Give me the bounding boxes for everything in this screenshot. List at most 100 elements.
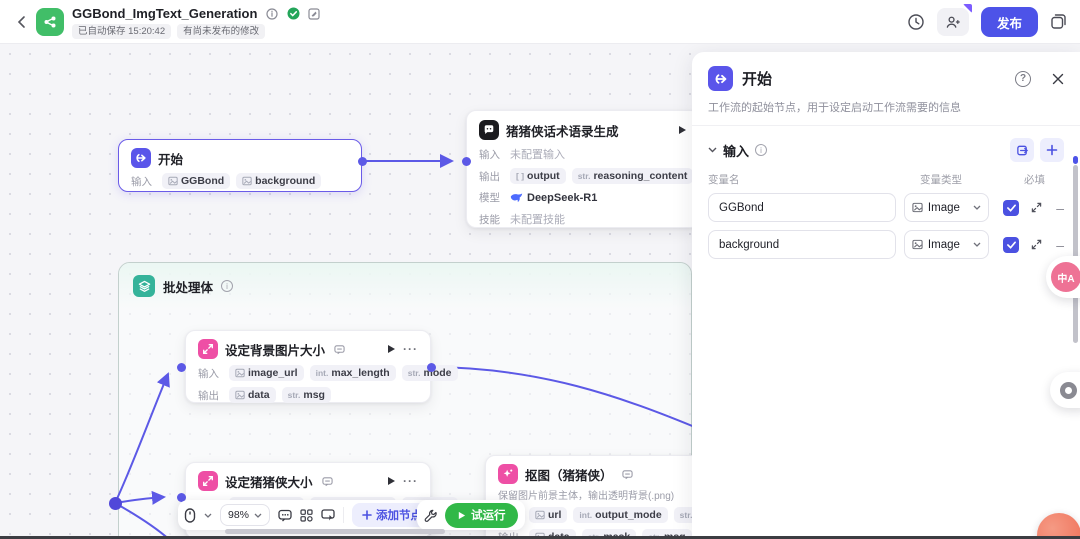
variable-type-value: Image: [927, 201, 960, 214]
collab-flag-badge: [962, 4, 972, 13]
input-row-label: 输入: [131, 175, 152, 188]
remove-row-icon[interactable]: –: [1056, 238, 1064, 252]
panel-title: 开始: [742, 71, 773, 88]
workflow-editor: 批处理体 i 开始 输入 GGBond background 猪猪侠话术语录生成…: [0, 0, 1080, 539]
skill-not-configured: 未配置技能: [510, 214, 565, 226]
image-type-icon: [535, 510, 545, 520]
resize-bg-node[interactable]: 设定背景图片大小 ··· 输入 image_url int. max_length…: [185, 330, 458, 403]
resize-pig-title: 设定猪猪侠大小: [225, 475, 313, 490]
workflow-app-icon: [36, 8, 64, 36]
variable-name-input[interactable]: [708, 230, 896, 259]
wrench-icon[interactable]: [424, 509, 437, 522]
llm-input-port[interactable]: [462, 157, 471, 166]
start-node-config-panel: 开始 ? 工作流的起始节点，用于设定启动工作流需要的信息 输入 i 变量名 变量…: [692, 52, 1080, 539]
image-type-icon: [235, 390, 245, 400]
var-tag[interactable]: int. output_mode: [573, 507, 668, 523]
history-icon[interactable]: [907, 13, 925, 31]
image-type-icon: [912, 202, 923, 213]
var-tag[interactable]: int.max_length: [309, 365, 396, 381]
mouse-mode-icon[interactable]: [184, 507, 196, 523]
panel-description: 工作流的起始节点，用于设定启动工作流需要的信息: [692, 97, 1080, 126]
column-required: 必填: [1024, 174, 1045, 186]
comment-tool-icon[interactable]: [278, 509, 292, 522]
zoom-select[interactable]: 98%: [220, 504, 271, 526]
batch-header: 批处理体 i: [119, 263, 691, 309]
collaboration-button[interactable]: [936, 4, 972, 36]
start-node-icon: [708, 66, 733, 91]
more-menu-icon[interactable]: ···: [403, 342, 418, 356]
import-variables-button[interactable]: [1010, 138, 1034, 162]
image-type-icon: [242, 176, 252, 186]
duplicate-window-icon[interactable]: [1050, 13, 1068, 31]
test-run-button[interactable]: 试运行: [445, 502, 518, 528]
expand-row-icon[interactable]: [1031, 239, 1042, 250]
remove-row-icon[interactable]: –: [1056, 201, 1064, 215]
panel-scrollbar-marker: [1073, 156, 1078, 164]
panel-scrollbar[interactable]: [1073, 165, 1078, 343]
variable-type-select[interactable]: Image: [903, 193, 990, 222]
var-tag[interactable]: str.msg: [281, 387, 331, 403]
resize-node-icon: [198, 339, 218, 359]
comment-badge-icon: [621, 469, 633, 480]
layout-grid-icon[interactable]: [300, 508, 313, 522]
chevron-down-icon[interactable]: [708, 147, 717, 153]
variable-type-value: Image: [927, 238, 960, 251]
run-toolbar: 试运行: [417, 500, 525, 530]
run-node-icon[interactable]: [386, 476, 396, 486]
play-icon: [458, 511, 466, 519]
start-node-title: 开始: [158, 152, 184, 167]
input-row-label: 输入: [479, 148, 500, 161]
output-row-label: 输出: [479, 170, 500, 183]
comment-badge-icon: [321, 476, 333, 487]
back-button[interactable]: [14, 14, 30, 30]
edit-title-icon[interactable]: [308, 8, 320, 20]
horizontal-scrollbar[interactable]: [225, 529, 445, 534]
check-icon: [1006, 240, 1016, 249]
var-tag[interactable]: str. reasoning_content: [571, 168, 694, 184]
more-menu-icon[interactable]: ···: [403, 474, 418, 488]
skill-row-label: 技能: [479, 213, 500, 226]
publish-button[interactable]: 发布: [980, 7, 1038, 37]
translate-fab[interactable]: 中A: [1046, 256, 1080, 298]
variable-row: Image –: [692, 193, 1080, 230]
image-type-icon: [168, 176, 178, 186]
start-output-port[interactable]: [358, 157, 367, 166]
plus-icon: [1046, 144, 1058, 156]
locate-fab[interactable]: [1050, 372, 1080, 408]
variable-name-input[interactable]: [708, 193, 896, 222]
info-icon[interactable]: [266, 8, 278, 20]
chevron-down-icon[interactable]: [204, 513, 212, 518]
autosave-badge: 已自动保存 15:20:42: [72, 24, 172, 39]
var-tag[interactable]: GGBond: [162, 173, 231, 189]
add-variable-button[interactable]: [1040, 138, 1064, 162]
chevron-down-icon: [973, 242, 981, 247]
run-node-icon[interactable]: [677, 125, 687, 135]
resize-node-icon: [198, 471, 218, 491]
var-tag[interactable]: [ ] output: [510, 168, 566, 184]
column-variable-type: 变量类型: [920, 174, 962, 186]
var-tag[interactable]: data: [229, 387, 276, 403]
resize-bg-input-port[interactable]: [177, 363, 186, 372]
ring-icon: [1059, 381, 1077, 399]
help-icon[interactable]: ?: [1015, 70, 1031, 87]
matting-title: 抠图（猪猪侠）: [525, 468, 613, 483]
translate-icon: 中A: [1051, 262, 1080, 292]
expand-row-icon[interactable]: [1031, 202, 1042, 213]
zoom-value: 98%: [228, 509, 250, 521]
var-tag[interactable]: background: [236, 173, 322, 189]
run-node-icon[interactable]: [386, 344, 396, 354]
var-tag[interactable]: image_url: [229, 365, 304, 381]
image-type-icon: [235, 368, 245, 378]
batch-input-hub-port[interactable]: [109, 497, 122, 510]
required-checkbox[interactable]: [1003, 199, 1020, 216]
model-row-label: 模型: [479, 192, 500, 204]
toolbar-divider: [343, 507, 345, 523]
required-checkbox[interactable]: [1003, 236, 1020, 253]
var-tag[interactable]: url: [529, 507, 568, 523]
llm-node[interactable]: 猪猪侠话术语录生成 输入 未配置输入 输出 [ ] output str. reas…: [466, 110, 700, 228]
close-icon[interactable]: [1052, 73, 1064, 85]
resize-bg-output-port[interactable]: [427, 363, 436, 372]
variable-type-select[interactable]: Image: [903, 230, 990, 259]
minimap-icon[interactable]: [321, 509, 335, 521]
start-node[interactable]: 开始 输入 GGBond background: [118, 139, 362, 192]
